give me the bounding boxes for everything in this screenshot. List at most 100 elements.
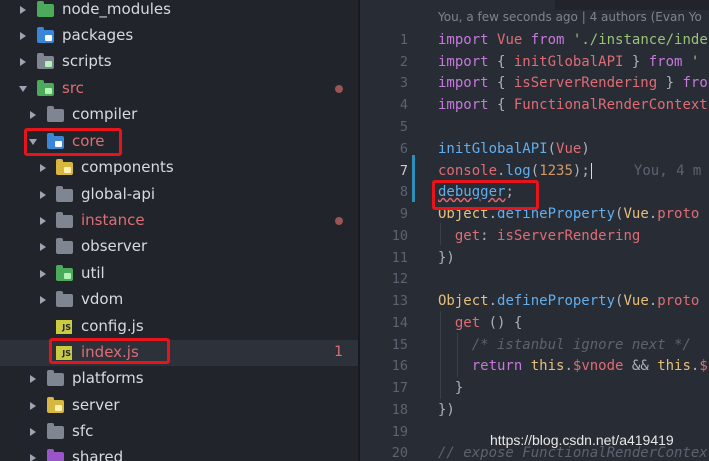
tree-item-global-api[interactable]: global-api <box>0 182 358 208</box>
chevron-down-icon[interactable] <box>19 86 27 92</box>
keyword: import <box>438 75 489 91</box>
keyword: this <box>530 358 565 374</box>
punctuation: . <box>648 206 658 222</box>
tree-item-node-modules[interactable]: node_modules <box>0 0 358 23</box>
punctuation: . <box>648 293 658 309</box>
tree-item-label: global-api <box>81 185 156 203</box>
tree-item-label: shared <box>72 448 124 461</box>
identifier: console <box>438 163 498 179</box>
line-number: 19 <box>391 424 408 440</box>
chevron-right-icon[interactable] <box>40 217 46 225</box>
tree-item-src[interactable]: src <box>0 76 358 102</box>
tree-item-label: instance <box>81 211 145 229</box>
identifier: Object <box>438 293 489 309</box>
chevron-right-icon[interactable] <box>40 243 46 251</box>
chevron-right-icon[interactable] <box>20 58 26 66</box>
tree-item-label: src <box>62 79 84 97</box>
code-line-15[interactable]: /* istanbul ignore next */ <box>438 337 691 353</box>
function-name: defineProperty <box>497 293 616 309</box>
blame-header[interactable]: You, a few seconds ago | 4 authors (Evan… <box>438 10 702 24</box>
chevron-right-icon[interactable] <box>40 270 46 278</box>
highlight-box-core <box>24 128 122 156</box>
tree-item-label: components <box>81 158 174 176</box>
tree-item-label: vdom <box>81 290 124 308</box>
tree-item-instance[interactable]: instance <box>0 208 358 234</box>
line-number: 2 <box>399 54 408 70</box>
number-literal: 1235 <box>539 163 573 179</box>
punctuation: ) <box>581 141 590 157</box>
identifier: Vue <box>497 32 523 48</box>
punctuation: }) <box>438 250 455 266</box>
tree-item-components[interactable]: components <box>0 155 358 181</box>
chevron-right-icon[interactable] <box>20 6 26 14</box>
chevron-right-icon[interactable] <box>30 428 36 436</box>
identifier: isServerRendering <box>513 75 658 91</box>
highlight-box-debugger <box>432 180 539 210</box>
folder-open-icon <box>37 80 54 96</box>
line-number: 9 <box>399 206 408 222</box>
folder-icon <box>37 1 54 17</box>
property-key: get <box>454 228 481 244</box>
code-line-1[interactable]: import Vue from './instance/inde <box>438 32 708 48</box>
code-line-3[interactable]: import { isServerRendering } fro <box>438 75 708 91</box>
code-line-11[interactable]: }) <box>438 250 455 266</box>
tree-item-util[interactable]: util <box>0 261 358 287</box>
function-name: log <box>505 163 531 179</box>
tree-item-label: node_modules <box>62 0 171 18</box>
chevron-right-icon[interactable] <box>30 402 36 410</box>
tree-item-platforms[interactable]: platforms <box>0 366 358 392</box>
line-number: 13 <box>391 293 408 309</box>
punctuation: }) <box>438 402 455 418</box>
tree-item-compiler[interactable]: compiler <box>0 102 358 128</box>
tree-item-label: config.js <box>81 317 144 335</box>
code-line-4[interactable]: import { FunctionalRenderContext <box>438 97 708 113</box>
tree-item-shared[interactable]: shared <box>0 445 358 461</box>
folder-icon <box>56 265 73 281</box>
tree-item-vdom[interactable]: vdom <box>0 287 358 313</box>
line-number: 8 <box>399 184 408 200</box>
code-line-14[interactable]: get () { <box>438 315 522 331</box>
folder-icon <box>47 106 64 122</box>
chevron-right-icon[interactable] <box>40 191 46 199</box>
code-line-6[interactable]: initGlobalAPI(Vue) <box>438 141 590 157</box>
chevron-right-icon[interactable] <box>40 164 46 172</box>
function-name: initGlobalAPI <box>438 141 548 157</box>
chevron-right-icon[interactable] <box>30 375 36 383</box>
tab-index-js[interactable] <box>360 0 555 10</box>
tree-item-packages[interactable]: packages <box>0 23 358 49</box>
string-literal: ' <box>690 54 700 70</box>
code-line-2[interactable]: import { initGlobalAPI } from ' <box>438 54 699 70</box>
code-line-7[interactable]: console.log(1235); You, 4 m <box>438 163 701 179</box>
line-number: 7 <box>399 163 408 179</box>
code-line-18[interactable]: }) <box>438 402 455 418</box>
identifier: Vue <box>623 206 649 222</box>
line-number: 18 <box>391 402 408 418</box>
chevron-right-icon[interactable] <box>30 111 36 119</box>
chevron-right-icon[interactable] <box>30 454 36 461</box>
tree-item-label: compiler <box>72 105 138 123</box>
tree-item-label: sfc <box>72 422 94 440</box>
tree-item-scripts[interactable]: scripts <box>0 49 358 75</box>
folder-icon <box>56 159 73 175</box>
identifier: proto <box>657 293 700 309</box>
code-editor[interactable]: You, a few seconds ago | 4 authors (Evan… <box>360 0 709 461</box>
modified-dot-icon <box>335 85 343 93</box>
chevron-right-icon[interactable] <box>40 296 46 304</box>
tree-item-observer[interactable]: observer <box>0 234 358 260</box>
tree-item-config-js[interactable]: JS config.js <box>0 314 358 340</box>
code-line-10[interactable]: get: isServerRendering <box>438 228 640 244</box>
code-line-13[interactable]: Object.defineProperty(Vue.proto <box>438 293 699 309</box>
punctuation: } <box>623 54 641 70</box>
folder-icon <box>56 238 73 254</box>
operator: && <box>623 358 658 374</box>
tree-item-server[interactable]: server <box>0 393 358 419</box>
chevron-right-icon[interactable] <box>20 32 26 40</box>
folder-icon <box>47 397 64 413</box>
punctuation: } <box>454 380 464 396</box>
line-number: 10 <box>391 228 408 244</box>
tree-item-sfc[interactable]: sfc <box>0 419 358 445</box>
tree-item-label: platforms <box>72 369 144 387</box>
code-line-17[interactable]: } <box>438 380 463 396</box>
code-line-16[interactable]: return this.$vnode && this.$ <box>438 358 708 374</box>
line-number: 1 <box>399 32 408 48</box>
